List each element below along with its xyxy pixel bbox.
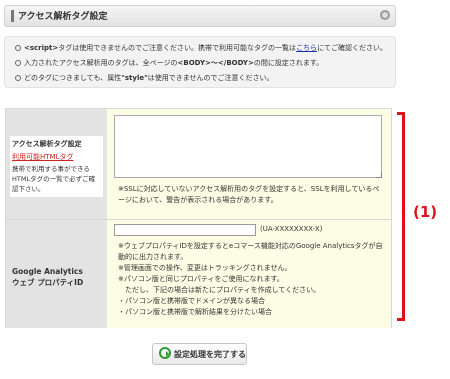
tag-setting-label-box: アクセス解析タグ設定 利用可能HTMLタグ 携帯で利用する事ができるHTMLタグ… [10, 136, 103, 197]
analytics-tag-textarea[interactable] [114, 115, 382, 178]
notice-box: <script>タグは使用できませんのでご注意ください。携帯で利用可能なタグの一… [4, 36, 396, 88]
google-analytics-row: Google Analytics ウェブ プロパティID (UA-XXXXXXX… [6, 219, 391, 328]
tag-setting-label: アクセス解析タグ設定 [12, 140, 82, 148]
html-tags-link[interactable]: 利用可能HTMLタグ [12, 152, 101, 162]
page-title: アクセス解析タグ設定 [18, 12, 108, 22]
notice-line-3: どのタグにつきましても、属性"style"は使用できませんのでご注意ください。 [15, 73, 274, 83]
settings-form: アクセス解析タグ設定 利用可能HTMLタグ 携帯で利用する事ができるHTMLタグ… [5, 108, 392, 328]
ga-label: Google Analytics ウェブ プロパティID [12, 266, 107, 288]
circle-bullet-icon [15, 60, 21, 66]
ssl-warning-help: ※SSLに対応していないアクセス解析用のタグを設定すると、SSLを利用しているペ… [118, 185, 380, 204]
annotation-label: (1) [413, 203, 438, 221]
refresh-icon [159, 347, 171, 359]
html-tags-hint: 携帯で利用する事ができるHTMLタグの一覧で必ずご確認下さい。 [12, 165, 96, 193]
ga-value-cell: (UA-XXXXXXXX-X) ※ウェブプロパティIDを設定するとeコマース機能… [107, 220, 391, 328]
ga-property-id-input[interactable] [114, 224, 256, 236]
ga-label-line-1: Google Analytics [12, 267, 83, 276]
complete-settings-button[interactable]: 設定処理を完了する [152, 343, 247, 365]
notice-line-1: <script>タグは使用できませんのでご注意ください。携帯で利用可能なタグの一… [15, 43, 387, 53]
complete-settings-label: 設定処理を完了する [174, 350, 246, 359]
ga-help: ※ウェブプロパティIDを設定するとeコマース機能対応のGoogle Analyt… [118, 242, 383, 316]
ga-label-line-2: ウェブ プロパティID [12, 278, 84, 287]
notice-line-2: 入力されたアクセス解析用のタグは、全ページの<BODY>〜</BODY>の間に設… [15, 58, 323, 68]
tag-setting-label-cell: アクセス解析タグ設定 利用可能HTMLタグ 携帯で利用する事ができるHTMLタグ… [6, 109, 107, 219]
circle-bullet-icon [15, 45, 21, 51]
annotation-bracket [397, 112, 405, 321]
ga-format-hint: (UA-XXXXXXXX-X) [260, 225, 323, 233]
header-bar [11, 10, 14, 22]
gear-icon[interactable] [380, 10, 390, 20]
tag-list-link[interactable]: こちら [296, 44, 317, 52]
resize-grip-icon[interactable] [376, 172, 382, 178]
tag-setting-row: アクセス解析タグ設定 利用可能HTMLタグ 携帯で利用する事ができるHTMLタグ… [6, 109, 391, 219]
ga-label-cell: Google Analytics ウェブ プロパティID [6, 220, 107, 328]
section-header: アクセス解析タグ設定 [4, 5, 396, 27]
tag-setting-value-cell: ※SSLに対応していないアクセス解析用のタグを設定すると、SSLを利用しているペ… [107, 109, 391, 219]
circle-bullet-icon [15, 75, 21, 81]
